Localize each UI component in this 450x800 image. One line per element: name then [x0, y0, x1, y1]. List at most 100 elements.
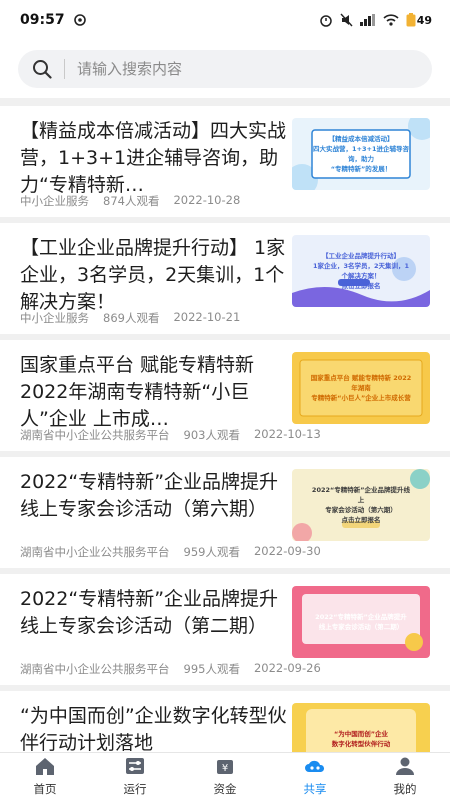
- tab-label: 资金: [213, 782, 237, 796]
- tab-item[interactable]: 共享: [270, 753, 360, 800]
- tab-item[interactable]: 运行: [90, 753, 180, 800]
- thumbnail-caption: 国家重点平台 赋能专精特新 2022年湖南专精特新“小巨人”企业上市成长营: [292, 352, 430, 424]
- article-item[interactable]: 【精益成本倍减活动】四大实战营，1+3+1进企辅导咨询，助力“专精特新… 【精益成…: [0, 106, 450, 223]
- article-item[interactable]: 国家重点平台 赋能专精特新 2022年湖南专精特新“小巨人”企业 上市成… 国家重…: [0, 340, 450, 457]
- tab-item[interactable]: 首页: [0, 753, 90, 800]
- tab-item[interactable]: 我的: [360, 753, 450, 800]
- battery-icon: [406, 13, 416, 27]
- status-bar: 09:57 49: [0, 0, 450, 40]
- thumbnail-caption-line: 线上专家会诊活动（第二期）: [318, 623, 404, 631]
- article-item[interactable]: 2022“专精特新”企业品牌提升线上专家会诊活动（第二期） 2022“专精特新”企…: [0, 574, 450, 691]
- article-date: 2022-09-26: [253, 661, 321, 675]
- thumbnail-caption-line: “为中国而创”企业: [333, 730, 389, 738]
- battery-indicator: 49: [406, 13, 432, 27]
- article-thumbnail[interactable]: “为中国而创”企业 数字化转型伙伴行动: [292, 703, 430, 756]
- thumbnail-caption: 【工业企业品牌提升行动】 1家企业，3名学员，2天集训，1个解决方案！ 点击立即报名: [292, 235, 430, 307]
- thumbnail-caption-line: 点击立即报名: [341, 282, 381, 290]
- article-row: “为中国而创”企业数字化转型伙伴行动计划落地 “为中国而创”企业 数字化转型伙伴行动: [20, 703, 430, 756]
- thumbnail-caption-line: 点击立即报名: [341, 516, 381, 524]
- thumbnail-caption-line: “专精特新”的发展！: [330, 165, 392, 173]
- thumbnail-caption: 2022“专精特新”企业品牌提升 线上专家会诊活动（第二期）: [292, 586, 430, 658]
- tab-item[interactable]: ¥ 资金: [180, 753, 270, 800]
- article-date: 2022-09-30: [253, 544, 321, 558]
- article-thumbnail[interactable]: 国家重点平台 赋能专精特新 2022年湖南专精特新“小巨人”企业上市成长营: [292, 352, 430, 424]
- article-views: 959人观看: [183, 545, 240, 559]
- article-source: 湖南省中小企业公共服务平台: [20, 545, 170, 559]
- signal-icon: [359, 14, 375, 26]
- share-cloud-icon: [304, 756, 326, 781]
- search-icon[interactable]: [32, 59, 52, 79]
- status-left: 09:57: [20, 12, 87, 28]
- search-divider: [64, 59, 65, 79]
- thumbnail-caption-line: 四大实战营，1+3+1进企辅导咨询，助力: [313, 145, 409, 163]
- article-row: 2022“专精特新”企业品牌提升线上专家会诊活动（第六期） 2022“专精特新”企…: [20, 469, 430, 551]
- article-title[interactable]: 【精益成本倍减活动】四大实战营，1+3+1进企辅导咨询，助力“专精特新…: [20, 118, 288, 200]
- thumbnail-caption-line: 2022“专精特新”企业品牌提升: [315, 613, 407, 621]
- alarm-icon: [319, 15, 332, 27]
- mute-icon: [340, 13, 353, 27]
- search-section: [0, 40, 450, 98]
- article-source: 中小企业服务: [20, 311, 89, 325]
- thumbnail-caption: 【精益成本倍减活动】四大实战营，1+3+1进企辅导咨询，助力 “专精特新”的发展！: [292, 118, 430, 190]
- article-views: 874人观看: [103, 194, 160, 208]
- home-icon: [34, 756, 56, 781]
- search-input[interactable]: [77, 60, 418, 78]
- tab-label: 首页: [33, 782, 57, 796]
- sync-icon: [73, 14, 86, 26]
- article-row: 【工业企业品牌提升行动】 1家企业，3名学员，2天集训，1个解决方案！ 【工业企业…: [20, 235, 430, 317]
- article-row: 【精益成本倍减活动】四大实战营，1+3+1进企辅导咨询，助力“专精特新… 【精益成…: [20, 118, 430, 200]
- article-date: 2022-10-13: [253, 427, 321, 441]
- sliders-icon: [124, 756, 146, 781]
- article-title[interactable]: 2022“专精特新”企业品牌提升线上专家会诊活动（第二期）: [20, 586, 288, 668]
- battery-level: 49: [416, 13, 432, 27]
- thumbnail-caption-line: 1家企业，3名学员，2天集训，1个解决方案！: [312, 262, 410, 280]
- thumbnail-caption-line: 2022“专精特新”企业品牌提升线上: [311, 486, 411, 504]
- thumbnail-caption-line: 【精益成本倍减活动】: [328, 135, 394, 143]
- article-date: 2022-10-21: [173, 310, 241, 324]
- article-meta: 中小企业服务 874人观看 2022-10-28: [20, 193, 240, 209]
- article-views: 869人观看: [103, 311, 160, 325]
- tab-label: 运行: [123, 782, 147, 796]
- article-thumbnail[interactable]: 【精益成本倍减活动】四大实战营，1+3+1进企辅导咨询，助力 “专精特新”的发展！: [292, 118, 430, 190]
- article-source: 湖南省中小企业公共服务平台: [20, 428, 170, 442]
- wifi-icon: [383, 14, 399, 26]
- article-meta: 湖南省中小企业公共服务平台 995人观看 2022-09-26: [20, 661, 321, 677]
- article-meta: 中小企业服务 869人观看 2022-10-21: [20, 310, 240, 326]
- article-row: 国家重点平台 赋能专精特新 2022年湖南专精特新“小巨人”企业 上市成… 国家重…: [20, 352, 430, 434]
- thumbnail-caption-line: 专家会诊活动（第六期）: [325, 506, 397, 514]
- article-thumbnail[interactable]: 【工业企业品牌提升行动】 1家企业，3名学员，2天集训，1个解决方案！ 点击立即报名: [292, 235, 430, 307]
- article-thumbnail[interactable]: 2022“专精特新”企业品牌提升 线上专家会诊活动（第二期）: [292, 586, 430, 658]
- article-feed[interactable]: 【精益成本倍减活动】四大实战营，1+3+1进企辅导咨询，助力“专精特新… 【精益成…: [0, 106, 450, 756]
- article-title[interactable]: 【工业企业品牌提升行动】 1家企业，3名学员，2天集训，1个解决方案！: [20, 235, 288, 317]
- article-views: 995人观看: [183, 662, 240, 676]
- article-item[interactable]: “为中国而创”企业数字化转型伙伴行动计划落地 “为中国而创”企业 数字化转型伙伴行动: [0, 691, 450, 756]
- section-gap: [0, 98, 450, 106]
- article-source: 中小企业服务: [20, 194, 89, 208]
- search-bar[interactable]: [18, 50, 432, 88]
- article-row: 2022“专精特新”企业品牌提升线上专家会诊活动（第二期） 2022“专精特新”企…: [20, 586, 430, 668]
- thumbnail-caption-line: 国家重点平台 赋能专精特新 2022年湖南: [310, 374, 412, 392]
- tab-label: 我的: [393, 782, 417, 796]
- user-icon: [394, 756, 416, 781]
- article-source: 湖南省中小企业公共服务平台: [20, 662, 170, 676]
- article-title[interactable]: 国家重点平台 赋能专精特新 2022年湖南专精特新“小巨人”企业 上市成…: [20, 352, 288, 434]
- money-icon: ¥: [214, 756, 236, 781]
- thumbnail-caption: 2022“专精特新”企业品牌提升线上专家会诊活动（第六期） 点击立即报名: [292, 469, 430, 541]
- status-time: 09:57: [20, 12, 65, 28]
- thumbnail-caption-line: 数字化转型伙伴行动: [331, 740, 391, 748]
- article-date: 2022-10-28: [173, 193, 241, 207]
- article-title[interactable]: 2022“专精特新”企业品牌提升线上专家会诊活动（第六期）: [20, 469, 288, 551]
- article-thumbnail[interactable]: 2022“专精特新”企业品牌提升线上专家会诊活动（第六期） 点击立即报名: [292, 469, 430, 541]
- thumbnail-caption-line: 专精特新“小巨人”企业上市成长营: [311, 394, 411, 402]
- article-item[interactable]: 2022“专精特新”企业品牌提升线上专家会诊活动（第六期） 2022“专精特新”企…: [0, 457, 450, 574]
- article-title[interactable]: “为中国而创”企业数字化转型伙伴行动计划落地: [20, 703, 288, 756]
- article-views: 903人观看: [183, 428, 240, 442]
- svg-text:¥: ¥: [222, 763, 228, 774]
- bottom-tab-bar: 首页 运行 ¥ 资金 共享 我的: [0, 752, 450, 800]
- thumbnail-caption-line: 【工业企业品牌提升行动】: [322, 252, 400, 260]
- article-meta: 湖南省中小企业公共服务平台 959人观看 2022-09-30: [20, 544, 321, 560]
- article-item[interactable]: 【工业企业品牌提升行动】 1家企业，3名学员，2天集训，1个解决方案！ 【工业企业…: [0, 223, 450, 340]
- tab-label: 共享: [303, 782, 327, 796]
- thumbnail-caption: “为中国而创”企业 数字化转型伙伴行动: [292, 703, 430, 756]
- article-meta: 湖南省中小企业公共服务平台 903人观看 2022-10-13: [20, 427, 321, 443]
